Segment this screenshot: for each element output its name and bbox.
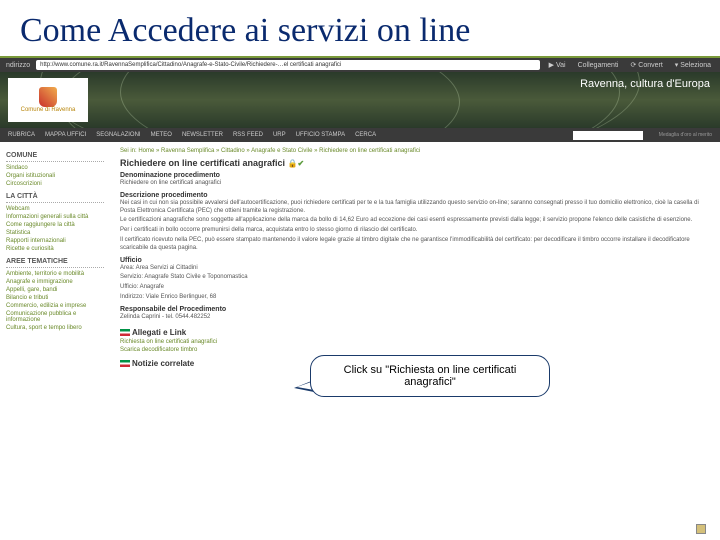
side-organi[interactable]: Organi istituzionali bbox=[6, 173, 104, 179]
main-content: Sei in: Home » Ravenna Semplifica » Citt… bbox=[110, 142, 720, 462]
side-h-comune: COMUNE bbox=[6, 152, 104, 162]
nav-meteo[interactable]: METEO bbox=[151, 132, 172, 138]
nav-segnalazioni[interactable]: SEGNALAZIONI bbox=[96, 132, 140, 138]
side-info[interactable]: Informazioni generali sulla città bbox=[6, 214, 104, 220]
nav-rubrica[interactable]: RUBRICA bbox=[8, 132, 35, 138]
flag-icon bbox=[120, 360, 130, 367]
site-logo[interactable]: Comune di Ravenna bbox=[8, 78, 88, 122]
section-ufficio: Ufficio bbox=[120, 257, 710, 264]
ufficio-servizio: Servizio: Anagrafe Stato Civile e Topono… bbox=[120, 274, 710, 282]
side-cultura[interactable]: Cultura, sport e tempo libero bbox=[6, 325, 104, 331]
links-button[interactable]: Collegamenti bbox=[575, 62, 622, 69]
nav-rss[interactable]: RSS FEED bbox=[233, 132, 263, 138]
side-bilancio[interactable]: Bilancio e tributi bbox=[6, 295, 104, 301]
breadcrumb: Sei in: Home » Ravenna Semplifica » Citt… bbox=[120, 148, 710, 154]
nav-urp[interactable]: URP bbox=[273, 132, 286, 138]
main-nav: RUBRICA MAPPA UFFICI SEGNALAZIONI METEO … bbox=[0, 128, 720, 142]
search-input[interactable] bbox=[573, 131, 643, 140]
sidebar: COMUNE Sindaco Organi istituzionali Circ… bbox=[0, 142, 110, 462]
side-raggiungere[interactable]: Come raggiungere la città bbox=[6, 222, 104, 228]
side-commercio[interactable]: Commercio, edilizia e imprese bbox=[6, 303, 104, 309]
nav-mappa[interactable]: MAPPA UFFICI bbox=[45, 132, 86, 138]
section-allegati: Allegati e Link bbox=[120, 328, 710, 337]
lock-icon: 🔒 bbox=[288, 159, 298, 168]
content-area: COMUNE Sindaco Organi istituzionali Circ… bbox=[0, 142, 720, 462]
desc-p4: Il certificato ricevuto nella PEC, può e… bbox=[120, 237, 710, 253]
medal-text: Medaglia d'oro al merito bbox=[659, 132, 712, 138]
desc-p2: Le certificazioni anagrafiche sono sogge… bbox=[120, 217, 710, 225]
link-richiesta[interactable]: Richiesta on line certificati anagrafici bbox=[120, 339, 710, 345]
convert-button[interactable]: ⟳ Convert bbox=[627, 61, 665, 69]
ufficio-ufficio: Ufficio: Anagrafe bbox=[120, 284, 710, 292]
flag-icon bbox=[120, 329, 130, 336]
ufficio-indirizzo: Indirizzo: Viale Enrico Berlinguer, 68 bbox=[120, 294, 710, 302]
banner-tagline: Ravenna, cultura d'Europa bbox=[580, 78, 710, 90]
nav-newsletter[interactable]: NEWSLETTER bbox=[182, 132, 223, 138]
page-title: Richiedere on line certificati anagrafic… bbox=[120, 158, 710, 168]
side-comunicazione[interactable]: Comunicazione pubblica e informazione bbox=[6, 311, 104, 323]
side-anagrafe[interactable]: Anagrafe e immigrazione bbox=[6, 279, 104, 285]
side-h-aree: AREE TEMATICHE bbox=[6, 258, 104, 268]
link-decodificatore[interactable]: Scarica decodificatore timbro bbox=[120, 347, 710, 353]
desc-p3: Per i certificati in bollo occorre premu… bbox=[120, 227, 710, 235]
side-circoscrizioni[interactable]: Circoscrizioni bbox=[6, 181, 104, 187]
section-denominazione: Denominazione procedimento bbox=[120, 172, 710, 179]
nav-stampa[interactable]: UFFICIO STAMPA bbox=[296, 132, 345, 138]
instruction-callout: Click su "Richiesta on line certificati … bbox=[310, 355, 550, 397]
site-banner: Comune di Ravenna Ravenna, cultura d'Eur… bbox=[0, 72, 720, 128]
side-ricette[interactable]: Ricette e curiosità bbox=[6, 246, 104, 252]
url-input[interactable]: http://www.comune.ra.it/RavennaSemplific… bbox=[36, 60, 540, 70]
responsabile-text: Zelinda Caprini - tel. 0544.482252 bbox=[120, 314, 710, 322]
denominazione-text: Richiedere on line certificati anagrafic… bbox=[120, 180, 710, 188]
address-label: ndirizzo bbox=[6, 62, 30, 69]
crest-icon bbox=[39, 87, 57, 107]
slide-title: Come Accedere ai servizi on line bbox=[0, 0, 720, 58]
side-appelli[interactable]: Appelli, gare, bandi bbox=[6, 287, 104, 293]
section-responsabile: Responsabile del Procedimento bbox=[120, 306, 710, 313]
search-label: CERCA bbox=[355, 132, 376, 138]
side-statistica[interactable]: Statistica bbox=[6, 230, 104, 236]
side-webcam[interactable]: Webcam bbox=[6, 206, 104, 212]
desc-p1: Nei casi in cui non sia possibile avvale… bbox=[120, 200, 710, 216]
ufficio-area: Area: Area Servizi ai Cittadini bbox=[120, 265, 710, 273]
side-sindaco[interactable]: Sindaco bbox=[6, 165, 104, 171]
side-ambiente[interactable]: Ambiente, territorio e mobilità bbox=[6, 271, 104, 277]
slide-footer-icon bbox=[696, 524, 706, 534]
side-rapporti[interactable]: Rapporti internazionali bbox=[6, 238, 104, 244]
browser-toolbar: ndirizzo http://www.comune.ra.it/Ravenna… bbox=[0, 58, 720, 72]
side-h-citta: LA CITTÀ bbox=[6, 193, 104, 203]
go-button[interactable]: ▶ Vai bbox=[546, 61, 569, 69]
check-icon: ✔ bbox=[298, 159, 305, 168]
select-button[interactable]: ▾ Seleziona bbox=[672, 61, 714, 69]
section-descrizione: Descrizione procedimento bbox=[120, 192, 710, 199]
